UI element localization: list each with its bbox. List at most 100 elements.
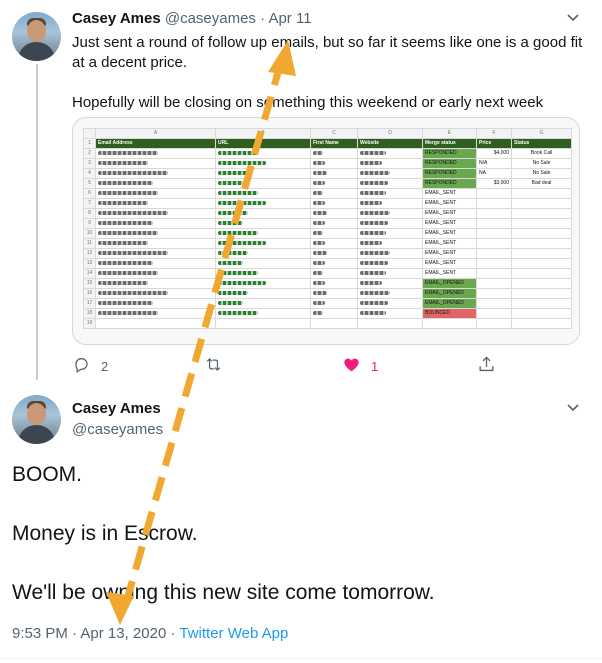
redacted-text: [360, 180, 388, 185]
author-handle[interactable]: @caseyames: [165, 10, 256, 27]
website-cell: [357, 248, 423, 259]
email-cell: [95, 188, 216, 199]
row-number: 10: [83, 228, 96, 239]
email-cell: [95, 298, 216, 309]
first-name-cell: [310, 218, 358, 229]
website-cell: [357, 178, 423, 189]
email-cell: [95, 228, 216, 239]
redacted-text: [98, 280, 148, 285]
website-cell: [357, 148, 423, 159]
price-cell: [476, 278, 512, 289]
source-app-link[interactable]: Twitter Web App: [179, 625, 288, 642]
tweet1-paragraph: Just sent a round of follow up emails, b…: [72, 34, 583, 71]
first-name-cell: [310, 308, 358, 319]
tweet-time[interactable]: 9:53 PM: [12, 625, 68, 642]
redacted-text: [360, 220, 388, 225]
spreadsheet-screenshot-image[interactable]: ABCDEFG 1 Email Address URL First Name Websi…: [72, 117, 580, 345]
row-number: 6: [83, 188, 96, 199]
redacted-text: [98, 170, 168, 175]
author-handle[interactable]: @caseyames: [72, 421, 163, 438]
tweet2-paragraph: We'll be owning this new site come tomor…: [12, 581, 435, 604]
website-cell: [357, 158, 423, 169]
website-cell: [357, 208, 423, 219]
redacted-text: [313, 200, 325, 205]
price-cell: [476, 208, 512, 219]
redacted-text: [98, 260, 153, 265]
first-name-cell: [310, 188, 358, 199]
email-cell: [95, 158, 216, 169]
table-row: 12 EMAIL_SENT: [83, 248, 572, 259]
email-cell: [95, 278, 216, 289]
merge-status-cell: EMAIL_OPENED: [422, 298, 477, 309]
email-cell: [95, 238, 216, 249]
first-name-cell: [310, 278, 358, 289]
redacted-text: [313, 260, 325, 265]
column-header: Email Address: [95, 138, 216, 149]
price-cell: [476, 288, 512, 299]
column-letter: E: [422, 128, 477, 139]
url-cell: [215, 308, 311, 319]
redacted-text: [218, 240, 266, 245]
tweet-date[interactable]: Apr 13, 2020: [80, 625, 166, 642]
merge-status-cell: EMAIL_OPENED: [422, 288, 477, 299]
redacted-text: [98, 300, 153, 305]
table-row: 4 RESPONDED NA No Sale: [83, 168, 572, 179]
column-header: URL: [215, 138, 311, 149]
redacted-text: [360, 200, 382, 205]
redacted-text: [360, 300, 388, 305]
redacted-text: [313, 190, 323, 195]
chevron-down-icon[interactable]: [566, 400, 580, 417]
chevron-down-icon[interactable]: [566, 10, 580, 27]
author-name[interactable]: Casey Ames: [72, 400, 161, 417]
redacted-text: [313, 210, 327, 215]
row-number: 9: [83, 218, 96, 229]
email-cell: [95, 318, 216, 329]
redacted-text: [218, 150, 258, 155]
row-number: 15: [83, 278, 96, 289]
redacted-text: [313, 310, 323, 315]
table-row: 17 EMAIL_OPENED: [83, 298, 572, 309]
redacted-text: [313, 300, 325, 305]
redacted-text: [218, 310, 258, 315]
status-cell: [511, 238, 572, 249]
redacted-text: [313, 180, 325, 185]
avatar[interactable]: [12, 12, 61, 61]
website-cell: [357, 188, 423, 199]
url-cell: [215, 168, 311, 179]
redacted-text: [98, 290, 168, 295]
redacted-text: [313, 290, 327, 295]
table-row: 13 EMAIL_SENT: [83, 258, 572, 269]
merge-status-cell: EMAIL_OPENED: [422, 278, 477, 289]
redacted-text: [98, 190, 158, 195]
status-cell: [511, 248, 572, 259]
first-name-cell: [310, 148, 358, 159]
redacted-text: [360, 290, 390, 295]
retweet-icon: [204, 355, 223, 377]
url-cell: [215, 278, 311, 289]
table-row: 3 RESPONDED N/A No Sale: [83, 158, 572, 169]
merge-status-cell: BOUNCED: [422, 308, 477, 319]
like-button[interactable]: 1: [342, 355, 378, 377]
redacted-text: [360, 270, 386, 275]
redacted-text: [98, 240, 148, 245]
retweet-button[interactable]: [204, 355, 223, 377]
tweet-date-link[interactable]: Apr 11: [268, 10, 311, 27]
table-row: 7 EMAIL_SENT: [83, 198, 572, 209]
url-cell: [215, 208, 311, 219]
redacted-text: [98, 150, 158, 155]
redacted-text: [218, 160, 266, 165]
redacted-text: [360, 310, 386, 315]
price-cell: [476, 228, 512, 239]
table-row: 5 RESPONDED $3,000 Bad deal: [83, 178, 572, 189]
email-cell: [95, 148, 216, 159]
merge-status-cell: EMAIL_SENT: [422, 228, 477, 239]
website-cell: [357, 198, 423, 209]
first-name-cell: [310, 158, 358, 169]
reply-button[interactable]: 2: [72, 355, 108, 377]
price-cell: [476, 298, 512, 309]
row-number: 3: [83, 158, 96, 169]
author-name[interactable]: Casey Ames: [72, 10, 161, 27]
website-cell: [357, 318, 423, 329]
share-button[interactable]: [477, 355, 496, 377]
avatar[interactable]: [12, 395, 61, 444]
